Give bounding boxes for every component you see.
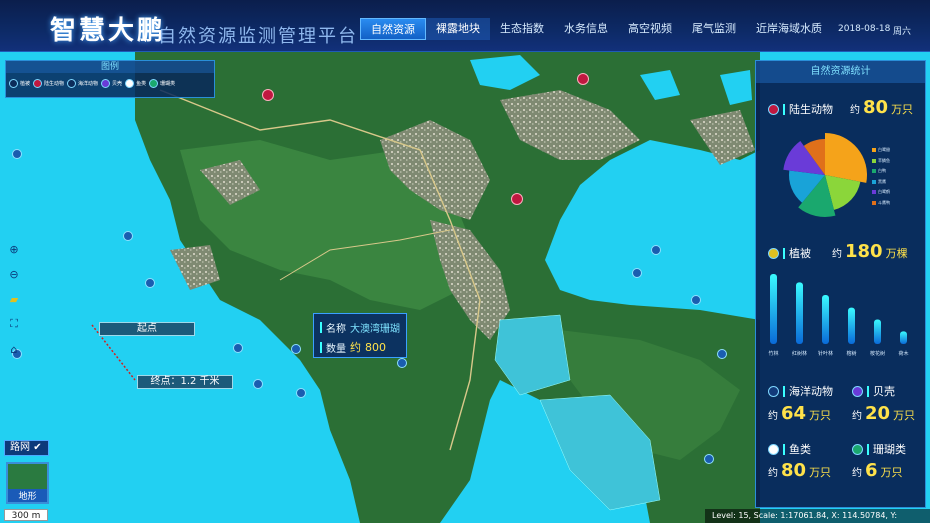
measure-ruler-icon[interactable]: ▰ xyxy=(6,290,22,308)
vegetation-bar-chart: 竹林 红树林 针叶林 榕树 桉花树 荷木 xyxy=(768,274,909,357)
check-icon: ✔ xyxy=(33,442,42,453)
fish-icon xyxy=(768,443,779,455)
bar xyxy=(796,282,803,344)
bar xyxy=(822,295,829,344)
marine-marker[interactable] xyxy=(296,388,306,398)
bar-label: 红树林 xyxy=(792,350,807,357)
coral-icon xyxy=(852,443,863,455)
route-start-label: 起点 xyxy=(99,322,195,336)
app-subtitle: 自然资源监测管理平台 xyxy=(158,26,358,47)
bar-label: 荷木 xyxy=(898,350,908,357)
name-label: 名称 xyxy=(326,323,346,335)
terrain-toggle[interactable]: 地形 xyxy=(6,462,49,504)
legend-item-shells[interactable]: 贝壳 xyxy=(101,79,122,88)
tab-aerial-video[interactable]: 高空视频 xyxy=(618,18,682,40)
vegetation-icon xyxy=(768,247,779,259)
bar-label: 竹林 xyxy=(768,350,778,357)
road-network-toggle[interactable]: 路网 ✔ xyxy=(4,440,49,456)
legend-item-vegetation[interactable]: 植被 xyxy=(9,79,30,88)
stats-title: 自然资源统计 xyxy=(756,61,925,83)
marine-marker[interactable] xyxy=(717,349,727,359)
area-select-icon[interactable]: ⛶ xyxy=(6,315,22,333)
fish-heading: 鱼类 xyxy=(768,441,811,457)
marine-marker[interactable] xyxy=(233,343,243,353)
map-legend: 图例 植被 陆生动物 海洋动物 贝壳 鱼类 珊瑚类 xyxy=(5,60,215,98)
marine-animal-icon xyxy=(768,385,779,397)
status-coordinates: Level: 15, Scale: 1:17061.84, X: 114.507… xyxy=(705,509,930,523)
bar-label: 桉花树 xyxy=(870,350,885,357)
vegetation-icon xyxy=(9,79,18,88)
marine-marker[interactable] xyxy=(632,268,642,278)
land-animal-marker[interactable] xyxy=(262,89,274,101)
tab-bare-land[interactable]: 裸露地块 xyxy=(426,18,490,40)
clear-icon[interactable]: ⌂ xyxy=(6,340,22,358)
pie-slice xyxy=(825,133,867,183)
marine-marker[interactable] xyxy=(253,379,263,389)
bar xyxy=(770,274,777,344)
count-prefix: 约 xyxy=(350,341,361,354)
count-label: 数量 xyxy=(326,343,346,355)
top-nav: 自然资源 裸露地块 生态指数 水务信息 高空视频 尾气监测 近岸海域水质 xyxy=(360,18,832,40)
land-animal-marker[interactable] xyxy=(577,73,589,85)
weekday-display: 周六 xyxy=(893,27,912,37)
vegetation-heading: 植被 xyxy=(768,245,811,261)
marine-animals-value: 约 64 万只 xyxy=(768,403,832,424)
legend-item-fish[interactable]: 鱼类 xyxy=(125,79,146,88)
tab-water-info[interactable]: 水务信息 xyxy=(554,18,618,40)
count-value: 800 xyxy=(365,340,386,354)
shells-value: 约 20 万只 xyxy=(852,403,916,424)
tab-natural-resources[interactable]: 自然资源 xyxy=(360,18,426,40)
shells-heading: 贝壳 xyxy=(852,383,895,399)
bar xyxy=(848,307,855,344)
tab-exhaust-monitor[interactable]: 尾气监测 xyxy=(682,18,746,40)
marine-marker[interactable] xyxy=(651,245,661,255)
marine-marker[interactable] xyxy=(397,358,407,368)
shell-icon xyxy=(101,79,111,88)
land-animal-marker[interactable] xyxy=(511,193,523,205)
land-animal-icon xyxy=(33,79,43,88)
coral-icon xyxy=(149,79,159,88)
fish-icon xyxy=(125,79,135,88)
legend-item-land-animals[interactable]: 陆生动物 xyxy=(33,79,64,88)
pie-legend: 白鹭翅 苹鳞鱼 白鸭 黑鹰 白鹭鹤 斗鹰鸭 xyxy=(872,145,890,208)
shell-icon xyxy=(852,385,863,397)
name-value: 大澳湾珊瑚 xyxy=(350,323,400,335)
coral-heading: 珊瑚类 xyxy=(852,441,906,457)
bar xyxy=(874,319,881,344)
marine-animals-heading: 海洋动物 xyxy=(768,383,833,399)
coral-info-popup: 名称 大澳湾珊瑚 数量 约 800 xyxy=(313,313,407,358)
marine-marker[interactable] xyxy=(704,454,714,464)
vegetation-value: 约 180 万棵 xyxy=(832,241,908,262)
tab-coastal-water[interactable]: 近岸海域水质 xyxy=(746,18,832,40)
tab-eco-index[interactable]: 生态指数 xyxy=(490,18,554,40)
route-end-label: 终点：1.2 千米 xyxy=(137,375,233,389)
fish-value: 约 80 万只 xyxy=(768,460,832,481)
zoom-in-icon[interactable]: ⊕ xyxy=(6,240,22,258)
map-toolbar: ⊕ ⊖ ▰ ⛶ ⌂ xyxy=(6,240,22,365)
marine-animal-icon xyxy=(67,79,77,88)
marine-marker[interactable] xyxy=(691,295,701,305)
marine-marker[interactable] xyxy=(12,149,22,159)
bar-label: 榕树 xyxy=(846,350,856,357)
scale-bar: 300 m xyxy=(4,509,48,521)
zoom-out-icon[interactable]: ⊖ xyxy=(6,265,22,283)
legend-item-marine-animals[interactable]: 海洋动物 xyxy=(67,79,98,88)
land-animal-icon xyxy=(768,103,779,115)
land-animals-heading: 陆生动物 xyxy=(768,101,833,117)
bar-label: 针叶林 xyxy=(818,350,833,357)
legend-title: 图例 xyxy=(6,61,214,73)
date-display: 2018-08-18 xyxy=(838,24,891,34)
marine-marker[interactable] xyxy=(123,231,133,241)
app-header: 智慧大鹏 自然资源监测管理平台 自然资源 裸露地块 生态指数 水务信息 高空视频… xyxy=(0,0,930,52)
bar xyxy=(900,331,907,344)
coral-value: 约 6 万只 xyxy=(852,460,903,481)
terrain-label: 地形 xyxy=(8,489,47,502)
legend-item-coral[interactable]: 珊瑚类 xyxy=(149,79,175,88)
marine-marker[interactable] xyxy=(145,278,155,288)
land-animals-pie-chart xyxy=(783,133,867,217)
land-animals-value: 约 80 万只 xyxy=(850,97,914,118)
marine-marker[interactable] xyxy=(291,344,301,354)
app-logo: 智慧大鹏 xyxy=(50,16,167,46)
